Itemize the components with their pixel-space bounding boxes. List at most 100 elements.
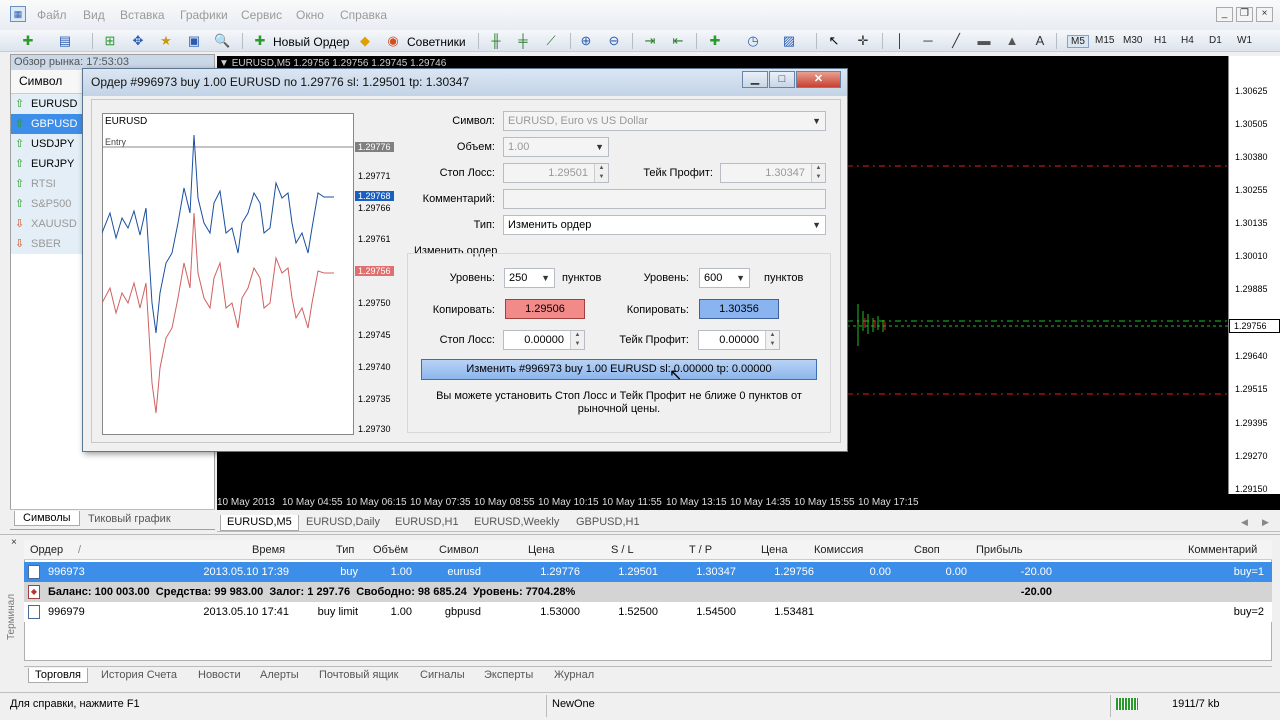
symbol-row[interactable]: ⇧ RTSI bbox=[11, 174, 83, 194]
bar-chart-icon[interactable]: ╫ bbox=[488, 33, 504, 49]
candles-icon[interactable]: ╪ bbox=[515, 33, 531, 49]
tf-h4[interactable]: H4 bbox=[1181, 35, 1194, 46]
new-tp-field[interactable]: 0.00000 ▲ ▼ bbox=[698, 330, 780, 350]
col-current-price[interactable]: Цена bbox=[761, 544, 787, 556]
level-tp-select[interactable]: 600 ▼ bbox=[699, 268, 750, 288]
navigator-icon[interactable]: ✥ bbox=[130, 33, 146, 49]
col-comment[interactable]: Комментарий bbox=[1188, 544, 1257, 556]
templates-icon[interactable]: ▨ bbox=[781, 33, 797, 49]
col-commission[interactable]: Комиссия bbox=[814, 544, 863, 556]
tf-m30[interactable]: M30 bbox=[1123, 35, 1142, 46]
horizontal-line-icon[interactable]: ─ bbox=[920, 33, 936, 49]
tf-d1[interactable]: D1 bbox=[1209, 35, 1222, 46]
spinner-icon[interactable]: ▲ ▼ bbox=[570, 331, 584, 349]
chart-shift-icon[interactable]: ⇤ bbox=[670, 33, 686, 49]
chart-tab[interactable]: EURUSD,H1 bbox=[389, 515, 465, 531]
advisors-button[interactable]: Советники bbox=[407, 34, 466, 51]
symbol-row[interactable]: ⇧ USDJPY bbox=[11, 134, 83, 154]
terminal-icon[interactable]: ▣ bbox=[186, 33, 202, 49]
minimize-icon[interactable]: _ bbox=[1216, 7, 1233, 22]
symbol-row[interactable]: ⇩ XAUUSD bbox=[11, 214, 83, 234]
col-symbol[interactable]: Символ bbox=[439, 544, 479, 556]
tf-h1[interactable]: H1 bbox=[1154, 35, 1167, 46]
terminal-tab[interactable]: Новости bbox=[198, 669, 241, 681]
vertical-line-icon[interactable]: │ bbox=[892, 33, 908, 49]
col-order[interactable]: Ордер bbox=[30, 544, 63, 556]
menu-file[interactable]: Файл bbox=[37, 8, 67, 22]
zoom-in-icon[interactable]: ⊕ bbox=[578, 33, 594, 49]
autoscroll-icon[interactable]: ⇥ bbox=[642, 33, 658, 49]
dialog-minimize-icon[interactable]: ▁ bbox=[742, 71, 768, 88]
text-icon[interactable]: A bbox=[1032, 33, 1048, 49]
chart-tab[interactable]: EURUSD,M5 bbox=[220, 515, 299, 531]
dialog-maximize-icon[interactable]: □ bbox=[769, 71, 795, 88]
tab-tick-chart[interactable]: Тиковый график bbox=[88, 513, 171, 525]
copy-sl-button[interactable]: 1.29506 bbox=[505, 299, 585, 319]
line-chart-icon[interactable]: ⟋ bbox=[543, 33, 559, 49]
dialog-close-icon[interactable]: ✕ bbox=[796, 71, 841, 88]
modify-order-button[interactable]: Изменить #996973 buy 1.00 EURUSD sl: 0.0… bbox=[421, 359, 817, 380]
rectangle-icon[interactable]: ▬ bbox=[976, 33, 992, 49]
chart-tab[interactable]: GBPUSD,H1 bbox=[570, 515, 646, 531]
terminal-tab[interactable]: История Счета bbox=[101, 669, 177, 681]
tabs-next-icon[interactable]: ▶ bbox=[1262, 517, 1269, 528]
new-order-icon[interactable]: ✚ bbox=[252, 33, 268, 49]
menu-window[interactable]: Окно bbox=[296, 8, 324, 22]
col-profit[interactable]: Прибыль bbox=[976, 544, 1023, 556]
profiles-icon[interactable]: ▤ bbox=[57, 33, 73, 49]
zoom-out-icon[interactable]: ⊖ bbox=[606, 33, 622, 49]
level-sl-select[interactable]: 250 ▼ bbox=[504, 268, 555, 288]
tab-symbols[interactable]: Символы bbox=[14, 511, 80, 526]
col-tp[interactable]: T / P bbox=[689, 544, 712, 556]
symbol-row[interactable]: ⇧ EURJPY bbox=[11, 154, 83, 174]
copy-tp-button[interactable]: 1.30356 bbox=[699, 299, 779, 319]
col-swap[interactable]: Своп bbox=[914, 544, 940, 556]
tf-w1[interactable]: W1 bbox=[1237, 35, 1252, 46]
crosshair-icon[interactable]: ✛ bbox=[855, 33, 871, 49]
close-icon[interactable]: × bbox=[1256, 7, 1273, 22]
indicators-icon[interactable]: ✚ bbox=[707, 33, 723, 49]
menu-charts[interactable]: Графики bbox=[180, 8, 228, 22]
table-row[interactable]: 996973 2013.05.10 17:39 buy 1.00 eurusd … bbox=[24, 562, 1272, 582]
cursor-icon[interactable]: ↖ bbox=[826, 33, 842, 49]
symbol-row[interactable]: ⇧ S&P500 bbox=[11, 194, 83, 214]
market-watch-icon[interactable]: ⊞ bbox=[102, 33, 118, 49]
terminal-tab[interactable]: Эксперты bbox=[484, 669, 533, 681]
spinner-icon[interactable]: ▲ ▼ bbox=[765, 331, 779, 349]
col-time[interactable]: Время bbox=[252, 544, 285, 556]
terminal-tab[interactable]: Алерты bbox=[260, 669, 299, 681]
symbol-row[interactable]: ⇩ SBER bbox=[11, 234, 83, 254]
chart-tab[interactable]: EURUSD,Weekly bbox=[468, 515, 565, 531]
col-price[interactable]: Цена bbox=[528, 544, 554, 556]
periods-icon[interactable]: ◷ bbox=[745, 33, 761, 49]
col-sl[interactable]: S / L bbox=[611, 544, 634, 556]
trendline-icon[interactable]: ╱ bbox=[948, 33, 964, 49]
menu-insert[interactable]: Вставка bbox=[120, 8, 165, 22]
metaeditor-icon[interactable]: ◆ bbox=[357, 33, 373, 49]
menu-view[interactable]: Вид bbox=[83, 8, 105, 22]
menu-tools[interactable]: Сервис bbox=[241, 8, 282, 22]
tabs-prev-icon[interactable]: ◀ bbox=[1241, 517, 1248, 528]
advisors-icon[interactable]: ◉ bbox=[385, 33, 401, 49]
tf-m15[interactable]: M15 bbox=[1095, 35, 1114, 46]
chart-tab[interactable]: EURUSD,Daily bbox=[300, 515, 386, 531]
col-type[interactable]: Тип bbox=[336, 544, 354, 556]
menu-help[interactable]: Справка bbox=[340, 8, 387, 22]
restore-icon[interactable]: ❐ bbox=[1236, 7, 1253, 22]
new-order-button[interactable]: Новый Ордер bbox=[273, 34, 349, 51]
data-window-icon[interactable]: ★ bbox=[158, 33, 174, 49]
terminal-tab[interactable]: Торговля bbox=[28, 668, 88, 683]
triangle-icon[interactable]: ▲ bbox=[1004, 33, 1020, 49]
type-select[interactable]: Изменить ордер ▼ bbox=[503, 215, 826, 235]
symbol-row[interactable]: ⇧ EURUSD bbox=[11, 94, 83, 114]
table-row[interactable]: 996979 2013.05.10 17:41 buy limit 1.00 g… bbox=[24, 602, 1272, 622]
tf-m5[interactable]: M5 bbox=[1067, 35, 1089, 48]
terminal-tab[interactable]: Сигналы bbox=[420, 669, 465, 681]
new-sl-field[interactable]: 0.00000 ▲ ▼ bbox=[503, 330, 585, 350]
terminal-tab[interactable]: Почтовый ящик bbox=[319, 669, 398, 681]
symbol-row[interactable]: ⇧ GBPUSD bbox=[11, 114, 83, 134]
col-volume[interactable]: Объём bbox=[373, 544, 408, 556]
terminal-tab[interactable]: Журнал bbox=[554, 669, 594, 681]
terminal-close-icon[interactable]: × bbox=[11, 537, 17, 548]
tester-icon[interactable]: 🔍 bbox=[214, 33, 230, 49]
